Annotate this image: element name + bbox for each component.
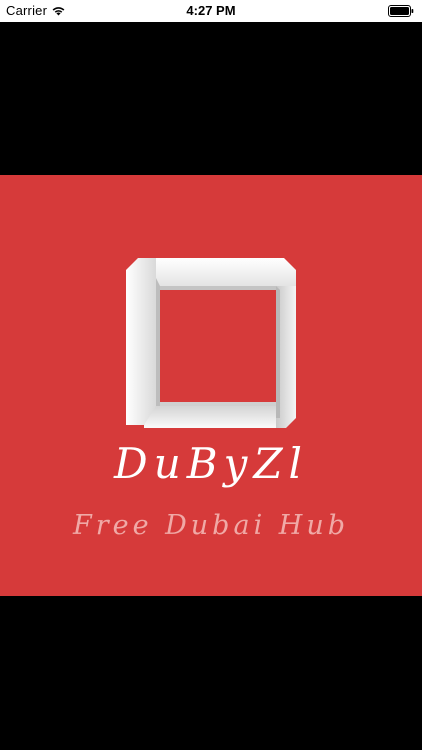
brand-title: DuByZl [114, 439, 308, 488]
app-screen: Carrier 4:27 PM DuByZl Free Dubai Hub [0, 0, 422, 750]
splash-banner: DuByZl Free Dubai Hub [0, 175, 422, 596]
status-time: 4:27 PM [186, 3, 236, 18]
brand-tagline: Free Dubai Hub [72, 510, 350, 541]
battery-icon [388, 5, 414, 17]
status-bar: Carrier 4:27 PM [0, 0, 422, 22]
impossible-square-logo-icon [126, 258, 296, 428]
